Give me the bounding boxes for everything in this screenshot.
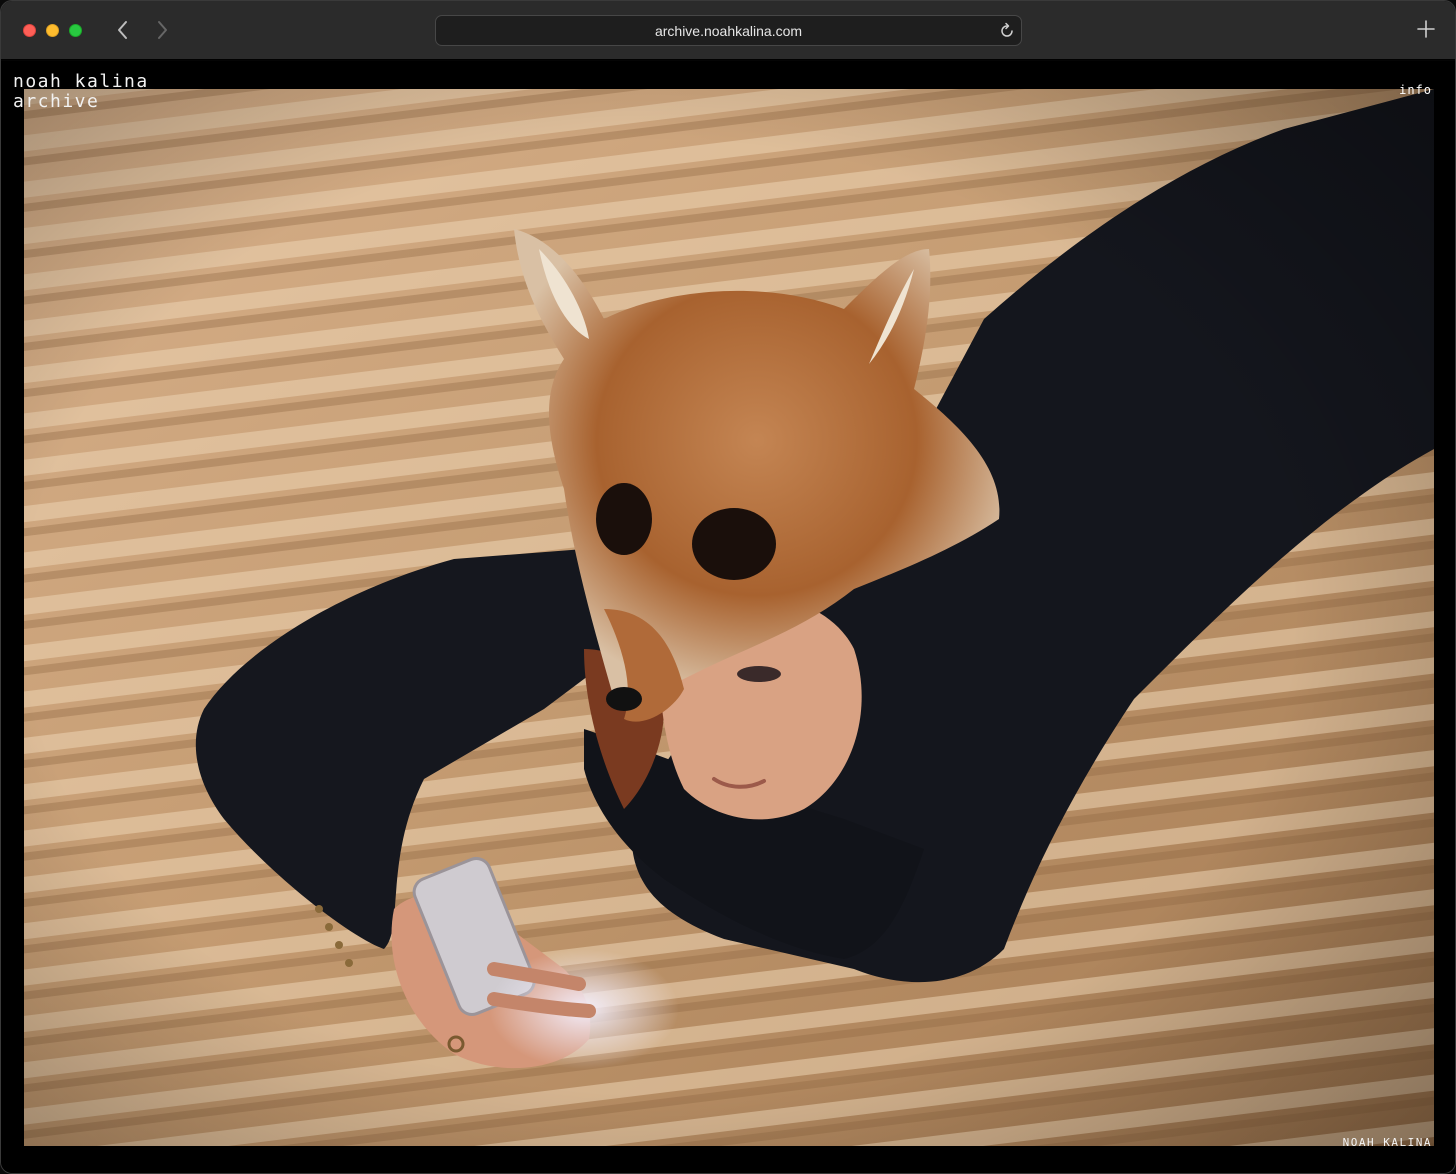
minimize-window-button[interactable] xyxy=(46,24,59,37)
photo-credit: NOAH KALINA xyxy=(1342,1136,1432,1149)
site-title[interactable]: noah kalina archive xyxy=(13,72,149,112)
forward-button[interactable] xyxy=(150,18,174,42)
chevron-left-icon xyxy=(118,21,127,39)
photo-illustration xyxy=(24,89,1434,1146)
reload-icon xyxy=(1001,22,1013,37)
site-title-name[interactable]: noah kalina xyxy=(13,72,149,92)
chevron-right-icon xyxy=(158,21,167,39)
zoom-window-button[interactable] xyxy=(69,24,82,37)
new-tab-button[interactable] xyxy=(1415,18,1437,40)
browser-window: archive.noahkalina.com noah kalina archi… xyxy=(0,0,1456,1174)
info-link[interactable]: info xyxy=(1399,83,1432,97)
plus-icon xyxy=(1417,20,1435,38)
close-window-button[interactable] xyxy=(23,24,36,37)
back-button[interactable] xyxy=(111,18,135,42)
url-text[interactable]: archive.noahkalina.com xyxy=(436,16,1021,45)
site-title-archive[interactable]: archive xyxy=(13,92,149,112)
address-bar[interactable]: archive.noahkalina.com xyxy=(435,15,1022,46)
reload-button[interactable] xyxy=(998,22,1016,40)
archive-photo[interactable] xyxy=(24,89,1434,1146)
browser-toolbar: archive.noahkalina.com xyxy=(1,1,1455,60)
page-content: noah kalina archive info NOAH KALINA xyxy=(1,61,1455,1173)
